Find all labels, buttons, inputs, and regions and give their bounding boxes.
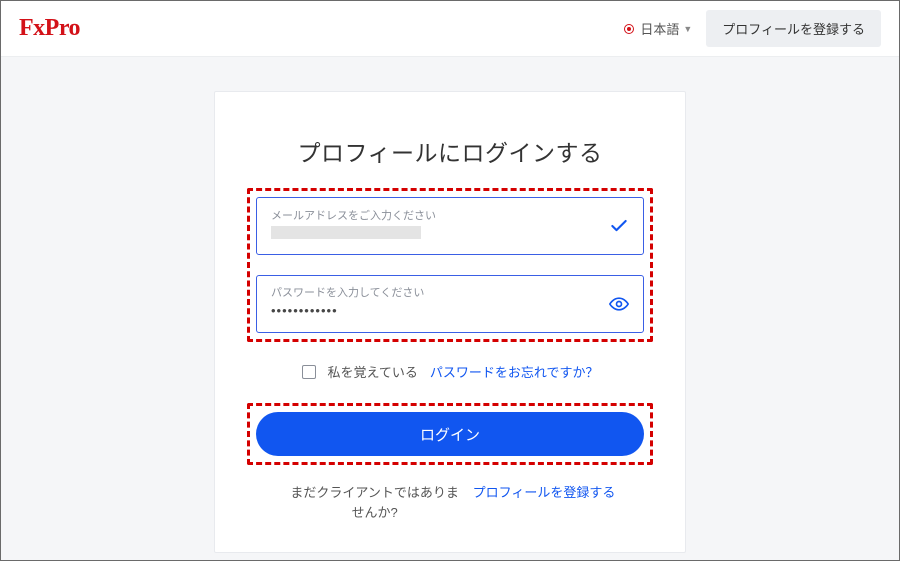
logo: FxPro xyxy=(19,15,80,42)
chevron-down-icon: ▼ xyxy=(683,24,692,34)
login-title: プロフィールにログインする xyxy=(247,134,653,168)
password-label: パスワードを入力してください xyxy=(271,288,603,299)
japan-flag-icon xyxy=(624,24,634,34)
language-selector[interactable]: 日本語 ▼ xyxy=(624,19,692,38)
language-label: 日本語 xyxy=(640,19,679,38)
email-field[interactable]: メールアドレスをご入力ください xyxy=(256,197,644,255)
register-profile-link[interactable]: プロフィールを登録する xyxy=(473,483,616,522)
login-card: プロフィールにログインする メールアドレスをご入力ください パスワードを入力して… xyxy=(214,91,686,553)
register-button[interactable]: プロフィールを登録する xyxy=(706,10,881,47)
header: FxPro 日本語 ▼ プロフィールを登録する xyxy=(1,1,899,57)
remember-label: 私を覚えている xyxy=(328,362,418,381)
email-label: メールアドレスをご入力ください xyxy=(271,211,603,222)
header-right: 日本語 ▼ プロフィールを登録する xyxy=(624,10,881,47)
forgot-password-link[interactable]: パスワードをお忘れですか？ xyxy=(430,362,599,381)
password-value: •••••••••••• xyxy=(271,303,603,318)
email-value xyxy=(271,226,421,239)
password-field[interactable]: パスワードを入力してください •••••••••••• xyxy=(256,275,644,333)
not-client-text: まだクライアントではありませんか? xyxy=(285,483,465,522)
login-button-highlight: ログイン xyxy=(247,403,653,465)
signup-row: まだクライアントではありませんか? プロフィールを登録する xyxy=(247,483,653,522)
remember-forgot-row: 私を覚えている パスワードをお忘れですか？ xyxy=(247,362,653,381)
remember-checkbox[interactable] xyxy=(302,365,316,379)
fields-highlight: メールアドレスをご入力ください パスワードを入力してください •••••••••… xyxy=(247,188,653,342)
check-icon xyxy=(609,216,629,236)
eye-icon[interactable] xyxy=(609,294,629,314)
login-button[interactable]: ログイン xyxy=(256,412,644,456)
